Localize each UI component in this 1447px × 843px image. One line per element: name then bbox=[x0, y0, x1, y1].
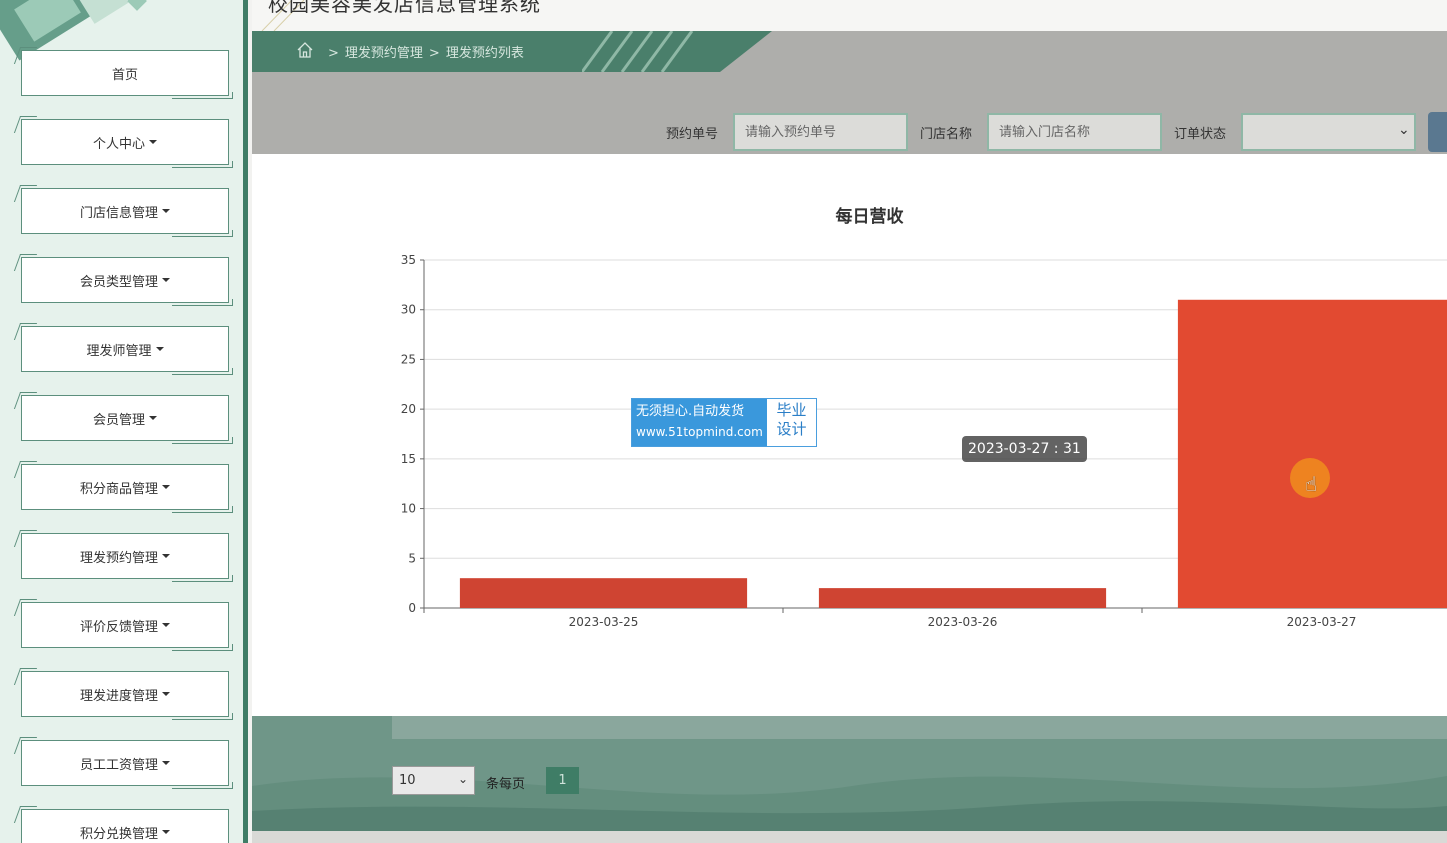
order-status-label: 订单状态 bbox=[1174, 127, 1227, 142]
sidebar-item-label: 理发师管理 bbox=[86, 343, 152, 359]
sidebar-item-label: 积分商品管理 bbox=[79, 481, 158, 497]
sidebar-item-label: 会员类型管理 bbox=[79, 274, 158, 290]
watermark-badge: 无须担心.自动发货 www.51topmind.com 毕业 设计 bbox=[631, 398, 817, 447]
chart-title: 每日营收 bbox=[835, 207, 904, 227]
footer-strip bbox=[252, 831, 1447, 843]
sidebar-item[interactable]: 员工工资管理 bbox=[21, 740, 233, 789]
app-title: 校园美容美发店信息管理系统 bbox=[268, 0, 541, 16]
sidebar-item-label: 门店信息管理 bbox=[79, 205, 158, 221]
sidebar-item[interactable]: 理发预约管理 bbox=[21, 533, 233, 582]
sidebar-item-label: 理发预约管理 bbox=[79, 550, 158, 566]
chart-panel: 0 5 10 15 20 25 30 35 2023-03-25 2023-03-26 2023-0… bbox=[252, 154, 1447, 716]
breadcrumb-separator: > bbox=[328, 46, 339, 61]
chart-tooltip: 2023-03-27 : 31 bbox=[962, 436, 1087, 462]
breadcrumb: > 理发预约管理 > 理发预约列表 bbox=[322, 42, 524, 61]
bar bbox=[459, 578, 748, 608]
caret-down-icon bbox=[162, 692, 170, 696]
search-button[interactable] bbox=[1428, 112, 1447, 152]
breadcrumb-item-reservation-list: 理发预约列表 bbox=[445, 46, 524, 61]
sidebar-item-label: 理发进度管理 bbox=[79, 688, 158, 704]
y-tick-label: 30 bbox=[401, 303, 416, 317]
x-tick-label: 2023-03-27 bbox=[1287, 615, 1357, 629]
sidebar-item[interactable]: 积分兑换管理 bbox=[21, 809, 229, 843]
caret-down-icon bbox=[149, 416, 157, 420]
watermark-left: 无须担心.自动发货 www.51topmind.com bbox=[632, 399, 767, 446]
sidebar-item-label: 积分兑换管理 bbox=[79, 826, 158, 842]
sidebar-item-label: 评价反馈管理 bbox=[79, 619, 158, 635]
sidebar: 首页个人中心门店信息管理 会员类型管理 理发师管理会员管理积分商品管理 理发预约管理评… bbox=[0, 0, 248, 843]
bar bbox=[818, 588, 1107, 608]
order-status-select[interactable] bbox=[1241, 113, 1416, 151]
bar bbox=[1177, 299, 1447, 608]
watermark-line1: 无须担心.自动发货 bbox=[636, 404, 745, 419]
sidebar-item[interactable]: 评价反馈管理 bbox=[21, 602, 233, 651]
breadcrumb-decoration bbox=[582, 31, 694, 72]
y-tick-label: 10 bbox=[401, 502, 416, 516]
x-tick-label: 2023-03-25 bbox=[569, 615, 639, 629]
order-no-input[interactable] bbox=[733, 113, 908, 151]
y-tick-label: 0 bbox=[408, 601, 416, 615]
order-no-label: 预约单号 bbox=[666, 127, 719, 142]
caret-down-icon bbox=[162, 623, 170, 627]
y-tick-label: 20 bbox=[401, 402, 416, 416]
watermark-right1: 毕业 bbox=[776, 401, 807, 419]
watermark-line2: www.51topmind.com bbox=[636, 425, 763, 439]
home-icon[interactable] bbox=[296, 41, 314, 59]
sidebar-item[interactable]: 理发师管理 bbox=[21, 326, 233, 375]
caret-down-icon bbox=[162, 209, 170, 213]
caret-down-icon bbox=[149, 140, 157, 144]
caret-down-icon bbox=[162, 485, 170, 489]
store-name-input[interactable] bbox=[987, 113, 1162, 151]
caret-down-icon bbox=[162, 554, 170, 558]
y-tick-label: 5 bbox=[408, 551, 416, 565]
caret-down-icon bbox=[162, 761, 170, 765]
sidebar-item[interactable]: 门店信息管理 bbox=[21, 188, 233, 237]
page-button-current[interactable]: 1 bbox=[546, 767, 579, 794]
sidebar-edge bbox=[243, 0, 248, 843]
store-name-label: 门店名称 bbox=[920, 127, 973, 142]
page-size-select[interactable]: 10 bbox=[392, 766, 475, 795]
sidebar-item[interactable]: 理发进度管理 bbox=[21, 671, 233, 720]
y-tick-label: 15 bbox=[401, 452, 416, 466]
watermark-right: 毕业 设计 bbox=[767, 399, 816, 446]
sidebar-item-label: 员工工资管理 bbox=[79, 757, 158, 773]
bottom-area: 10 ⌄ 条每页 1 bbox=[252, 716, 1447, 831]
table-header-strip bbox=[392, 716, 1447, 739]
y-tick-label: 35 bbox=[401, 253, 416, 267]
sidebar-item[interactable]: 个人中心 bbox=[21, 119, 233, 168]
caret-down-icon bbox=[155, 347, 164, 351]
sidebar-item-label: 会员管理 bbox=[92, 412, 145, 428]
caret-down-icon bbox=[162, 278, 170, 282]
watermark-right2: 设计 bbox=[776, 420, 807, 438]
sidebar-item-label: 首页 bbox=[111, 67, 138, 83]
y-tick-label: 25 bbox=[401, 352, 416, 366]
sidebar-item[interactable]: 会员管理 bbox=[21, 395, 233, 444]
sidebar-item[interactable]: 会员类型管理 bbox=[21, 257, 233, 306]
x-tick-label: 2023-03-26 bbox=[928, 615, 998, 629]
breadcrumb-bar: > 理发预约管理 > 理发预约列表 bbox=[252, 31, 772, 72]
breadcrumb-item-reservation-management[interactable]: 理发预约管理 bbox=[345, 46, 423, 61]
per-page-label: 条每页 bbox=[486, 777, 526, 792]
hand-cursor-icon: ☝ bbox=[1305, 472, 1318, 496]
sidebar-item[interactable]: 首页 bbox=[21, 50, 233, 99]
breadcrumb-separator: > bbox=[428, 46, 440, 61]
sidebar-decoration bbox=[127, 0, 147, 11]
caret-down-icon bbox=[162, 830, 170, 834]
revenue-chart: 0 5 10 15 20 25 30 35 2023-03-25 2023-03-26 2023-0… bbox=[401, 253, 1447, 629]
sidebar-item[interactable]: 积分商品管理 bbox=[21, 464, 233, 513]
sidebar-item-label: 个人中心 bbox=[92, 136, 145, 152]
